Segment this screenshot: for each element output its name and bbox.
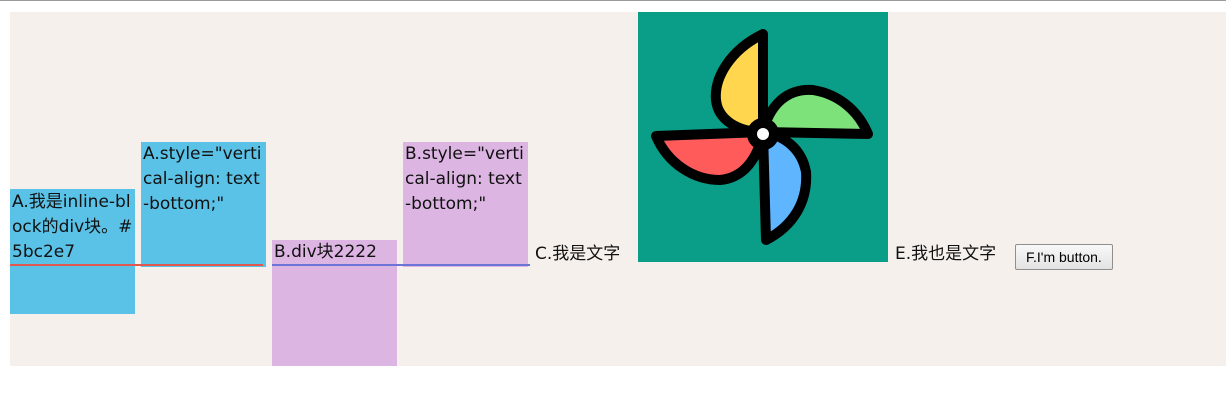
demo-area: A.我是inline-block的div块。#5bc2e7 A.style="v…: [10, 12, 1226, 366]
inline-block-b1: B.div块2222: [272, 240, 397, 366]
inline-block-a2: A.style="vertical-align: text-bottom;": [141, 142, 266, 267]
box-b1-text: B.div块2222: [274, 242, 377, 262]
pinwheel-icon: [651, 29, 873, 245]
f-button[interactable]: F.I'm button.: [1015, 244, 1113, 270]
box-a1-text: A.我是inline-block的div块。#5bc2e7: [12, 192, 133, 262]
box-b2-text: B.style="vertical-align: text-bottom;": [405, 144, 524, 214]
text-e: E.我也是文字: [895, 244, 997, 264]
box-a2-text: A.style="vertical-align: text-bottom;": [143, 144, 262, 214]
inline-block-b2: B.style="vertical-align: text-bottom;": [403, 142, 528, 267]
text-c: C.我是文字: [535, 244, 621, 264]
pinwheel-image: [638, 12, 888, 262]
baseline-marker-blue: [272, 264, 530, 266]
top-divider: [0, 0, 1226, 1]
baseline-marker-red: [10, 264, 263, 266]
inline-block-a1: A.我是inline-block的div块。#5bc2e7: [10, 189, 135, 314]
